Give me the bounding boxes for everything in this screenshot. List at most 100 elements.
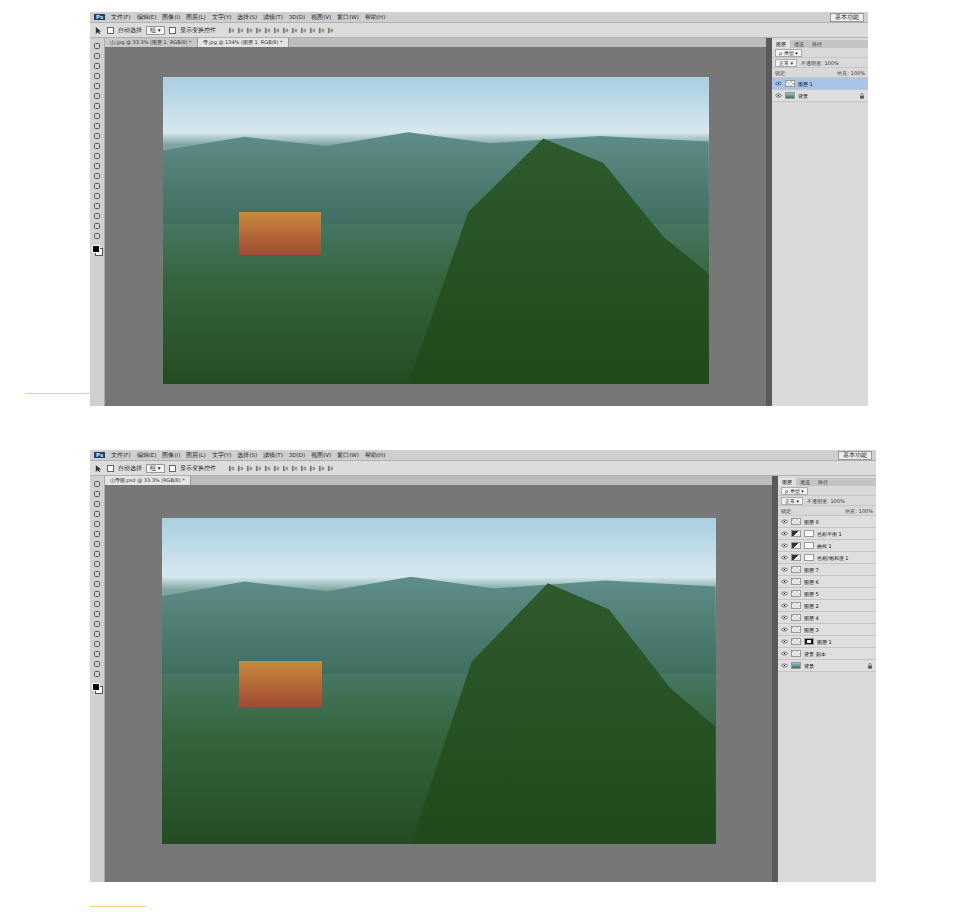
document-tab[interactable]: 山.jpg @ 33.3% (图层 1, RGB/8) * — [105, 38, 198, 47]
show-transform-checkbox[interactable] — [169, 465, 176, 472]
menu-item[interactable]: 文件(F) — [111, 452, 130, 459]
eye-icon[interactable] — [781, 519, 788, 524]
menu-item[interactable]: 视图(V) — [311, 452, 331, 459]
align-icon[interactable] — [264, 27, 271, 34]
align-icon[interactable] — [318, 465, 325, 472]
tool-icon[interactable] — [93, 610, 101, 618]
menu-item[interactable]: 3D(D) — [289, 14, 305, 20]
align-icon[interactable] — [327, 465, 334, 472]
align-icon[interactable] — [273, 465, 280, 472]
layer-row[interactable]: 曲线 1 — [778, 540, 876, 552]
tool-icon[interactable] — [93, 162, 101, 170]
layer-row[interactable]: 图层 5 — [778, 588, 876, 600]
layer-row[interactable]: 图层 2 — [778, 600, 876, 612]
tool-icon[interactable] — [93, 172, 101, 180]
layer-row[interactable]: 色彩平衡 1 — [778, 528, 876, 540]
layer-row[interactable]: 图层 1 — [778, 636, 876, 648]
menu-item[interactable]: 滤镜(T) — [263, 14, 283, 21]
foreground-swatch[interactable] — [92, 683, 100, 691]
menu-item[interactable]: 3D(D) — [289, 452, 305, 458]
tool-icon[interactable] — [93, 520, 101, 528]
document-tab[interactable]: 寺.jpg @ 134% (图层 1, RGB/8) * — [198, 38, 289, 47]
opacity-field[interactable]: 不透明度: 100% — [801, 60, 839, 66]
layer-filter[interactable]: ρ 类型 ▾ — [778, 486, 876, 496]
align-icon[interactable] — [300, 465, 307, 472]
panel-tab[interactable]: 图层 — [778, 478, 796, 486]
move-tool-icon[interactable] — [94, 26, 103, 35]
app-logo[interactable]: Ps — [94, 14, 105, 20]
layer-row[interactable]: 色相/饱和度 1 — [778, 552, 876, 564]
tool-icon[interactable] — [93, 72, 101, 80]
group-dropdown[interactable]: 组 ▾ — [146, 464, 165, 473]
eye-icon[interactable] — [781, 663, 788, 668]
tool-icon[interactable] — [93, 600, 101, 608]
tool-icon[interactable] — [93, 500, 101, 508]
eye-icon[interactable] — [781, 591, 788, 596]
tool-icon[interactable] — [93, 142, 101, 150]
menu-item[interactable]: 编辑(E) — [137, 452, 157, 459]
tool-icon[interactable] — [93, 640, 101, 648]
fill-field[interactable]: 填充: 100% — [837, 70, 865, 76]
blend-mode-dropdown[interactable]: 正常 ▾ — [781, 497, 803, 505]
tool-icon[interactable] — [93, 540, 101, 548]
menu-item[interactable]: 帮助(H) — [365, 14, 385, 21]
tool-icon[interactable] — [93, 232, 101, 240]
align-icon[interactable] — [282, 465, 289, 472]
layer-row[interactable]: 图层 3 — [778, 624, 876, 636]
align-icon[interactable] — [318, 27, 325, 34]
document-tab[interactable]: 山寺图.psd @ 33.3% (RGB/8) * — [105, 476, 191, 485]
align-icon[interactable] — [291, 27, 298, 34]
eye-icon[interactable] — [781, 603, 788, 608]
workspace-button[interactable]: 基本功能 — [838, 451, 872, 460]
align-icon[interactable] — [291, 465, 298, 472]
menu-item[interactable]: 图层(L) — [186, 14, 205, 21]
tool-icon[interactable] — [93, 182, 101, 190]
tool-icon[interactable] — [93, 630, 101, 638]
group-dropdown[interactable]: 组 ▾ — [146, 26, 165, 35]
eye-icon[interactable] — [781, 651, 788, 656]
eye-icon[interactable] — [781, 627, 788, 632]
align-icon[interactable] — [309, 465, 316, 472]
tool-icon[interactable] — [93, 550, 101, 558]
panel-tab[interactable]: 通道 — [790, 40, 808, 48]
tool-icon[interactable] — [93, 212, 101, 220]
align-icon[interactable] — [237, 465, 244, 472]
menu-item[interactable]: 窗口(W) — [337, 14, 359, 21]
tool-icon[interactable] — [93, 112, 101, 120]
eye-icon[interactable] — [781, 543, 788, 548]
tool-icon[interactable] — [93, 570, 101, 578]
tool-icon[interactable] — [93, 192, 101, 200]
tool-icon[interactable] — [93, 152, 101, 160]
layer-row[interactable]: 图层 1 — [772, 78, 868, 90]
tool-icon[interactable] — [93, 580, 101, 588]
align-icon[interactable] — [273, 27, 280, 34]
align-icon[interactable] — [228, 465, 235, 472]
tool-icon[interactable] — [93, 132, 101, 140]
menu-item[interactable]: 编辑(E) — [137, 14, 157, 21]
align-icon[interactable] — [237, 27, 244, 34]
eye-icon[interactable] — [775, 93, 782, 98]
align-icon[interactable] — [264, 465, 271, 472]
align-icon[interactable] — [255, 465, 262, 472]
eye-icon[interactable] — [781, 567, 788, 572]
align-icon[interactable] — [300, 27, 307, 34]
tool-icon[interactable] — [93, 650, 101, 658]
tool-icon[interactable] — [93, 102, 101, 110]
align-icon[interactable] — [228, 27, 235, 34]
align-icon[interactable] — [282, 27, 289, 34]
menu-item[interactable]: 滤镜(T) — [263, 452, 283, 459]
align-icon[interactable] — [246, 27, 253, 34]
menu-item[interactable]: 选择(S) — [237, 14, 257, 21]
align-icon[interactable] — [327, 27, 334, 34]
blend-mode-dropdown[interactable]: 正常 ▾ — [775, 59, 797, 67]
menu-item[interactable]: 图像(I) — [162, 14, 180, 21]
tool-icon[interactable] — [93, 122, 101, 130]
eye-icon[interactable] — [781, 639, 788, 644]
menu-item[interactable]: 文字(Y) — [212, 14, 232, 21]
auto-select-checkbox[interactable] — [107, 465, 114, 472]
tool-icon[interactable] — [93, 82, 101, 90]
tool-icon[interactable] — [93, 670, 101, 678]
workspace-button[interactable]: 基本功能 — [830, 13, 864, 22]
tool-icon[interactable] — [93, 510, 101, 518]
menu-item[interactable]: 图像(I) — [162, 452, 180, 459]
